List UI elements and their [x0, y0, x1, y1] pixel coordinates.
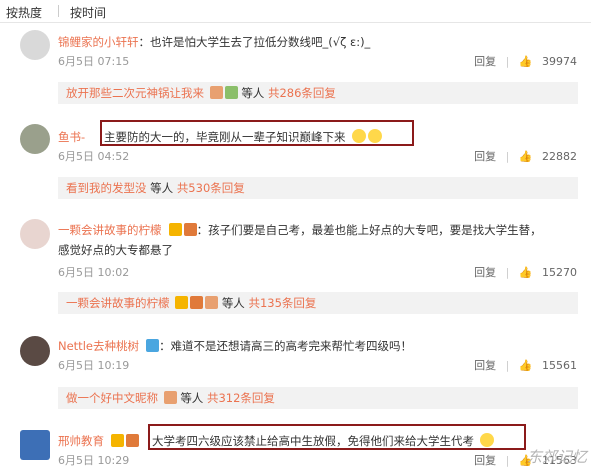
like-icon[interactable]: 👍: [519, 359, 533, 372]
comment-text: ：也许是怕大学生去了拉低分数线吧_(√ζ ε:)_: [138, 35, 371, 49]
comment-actions: 回复 | 👍 39974: [468, 53, 577, 69]
comment-user-name[interactable]: 鱼书-: [58, 130, 85, 144]
sub-replies-bar[interactable]: 一颗会讲故事的柠檬 等人 共135条回复: [58, 292, 578, 314]
comment-date: 6月5日 10:29: [58, 454, 130, 467]
comment-line: 锦鲤家的小轩轩：也许是怕大学生去了拉低分数线吧_(√ζ ε:)_: [58, 31, 370, 50]
like-icon[interactable]: 👍: [519, 266, 533, 279]
sub-reply-user[interactable]: 放开那些二次元神锅让我来: [66, 86, 204, 100]
comment-text: ：孩子们要是自己考，最差也能上好点的大专吧，要是找大学生替，: [196, 223, 542, 237]
comment-user-name[interactable]: Nettle去种桃树: [58, 339, 139, 353]
avatar[interactable]: [20, 219, 50, 249]
sort-divider: [58, 5, 59, 17]
badge-icon: [209, 86, 223, 99]
like-count: 15270: [542, 266, 577, 279]
sub-reply-count[interactable]: 共286条回复: [268, 86, 336, 100]
vip-icon: [175, 296, 189, 309]
badge-icon: [190, 296, 204, 309]
avatar[interactable]: [20, 30, 50, 60]
sub-reply-count[interactable]: 共312条回复: [207, 391, 275, 405]
highlight-box: [100, 120, 414, 146]
sort-by-hot-tab[interactable]: 按热度: [6, 4, 42, 21]
like-icon[interactable]: 👍: [519, 55, 533, 68]
badge-icon: [126, 434, 140, 447]
sub-reply-count[interactable]: 共135条回复: [248, 296, 316, 310]
sub-replies-bar[interactable]: 放开那些二次元神锅让我来 等人 共286条回复: [58, 82, 578, 104]
avatar[interactable]: [20, 124, 50, 154]
sub-reply-user[interactable]: 看到我的发型没: [66, 181, 147, 195]
comment-text: ：难道不是还想请高三的高考完来帮忙考四级吗！: [159, 339, 413, 353]
sub-reply-user[interactable]: 一颗会讲故事的柠檬: [66, 296, 170, 310]
highlight-box: [148, 424, 526, 450]
comment-actions: 回复 | 👍 22882: [468, 148, 577, 164]
sub-reply-tail: 等人: [146, 181, 177, 195]
like-count: 15561: [542, 359, 577, 372]
avatar[interactable]: [20, 336, 50, 366]
comment-line: 感觉好点的大专都悬了: [58, 239, 173, 258]
badge-icon: [146, 339, 160, 352]
watermark: 东郊记忆: [526, 448, 587, 466]
comment-date: 6月5日 10:02: [58, 266, 130, 279]
comment-user-name[interactable]: 邢帅教育: [58, 434, 104, 448]
badge-icon: [183, 223, 197, 236]
vip-icon: [168, 223, 182, 236]
action-divider: |: [505, 266, 510, 279]
reply-link[interactable]: 回复: [474, 454, 496, 467]
action-divider: |: [505, 454, 510, 467]
sort-by-time-tab[interactable]: 按时间: [70, 4, 106, 21]
comment-actions: 回复 | 👍 15561: [468, 357, 577, 373]
sub-replies-bar[interactable]: 看到我的发型没 等人 共530条回复: [58, 177, 578, 199]
sub-replies-bar[interactable]: 做一个好中文昵称 等人 共312条回复: [58, 387, 578, 409]
comment-user-name[interactable]: 一颗会讲故事的柠檬: [58, 223, 162, 237]
sub-reply-tail: 等人: [180, 391, 207, 405]
sub-reply-tail: 等人: [241, 86, 268, 100]
comment-line: 邢帅教育: [58, 430, 140, 449]
like-count: 22882: [542, 150, 577, 163]
comment-user-name[interactable]: 锦鲤家的小轩轩: [58, 35, 139, 49]
badge-icon: [205, 296, 219, 309]
sort-bar: 按热度 按时间: [0, 0, 591, 23]
sub-reply-count[interactable]: 共530条回复: [177, 181, 245, 195]
comment-date: 6月5日 07:15: [58, 55, 130, 68]
reply-link[interactable]: 回复: [474, 359, 496, 372]
vip-icon: [111, 434, 125, 447]
action-divider: |: [505, 150, 510, 163]
avatar[interactable]: [20, 430, 50, 460]
comment-date: 6月5日 10:19: [58, 359, 130, 372]
badge-icon: [224, 86, 238, 99]
sub-reply-tail: 等人: [221, 296, 249, 310]
reply-link[interactable]: 回复: [474, 266, 496, 279]
comment-line: 鱼书-: [58, 126, 85, 145]
reply-link[interactable]: 回复: [474, 55, 496, 68]
badge-icon: [163, 391, 177, 404]
comment-line: Nettle去种桃树 ：难道不是还想请高三的高考完来帮忙考四级吗！: [58, 335, 412, 354]
comment-text-cont: 感觉好点的大专都悬了: [58, 243, 173, 257]
comment-actions: 回复 | 👍 15270: [468, 264, 577, 280]
sub-reply-user[interactable]: 做一个好中文昵称: [66, 391, 158, 405]
like-icon[interactable]: 👍: [519, 150, 533, 163]
action-divider: |: [505, 55, 510, 68]
reply-link[interactable]: 回复: [474, 150, 496, 163]
action-divider: |: [505, 359, 510, 372]
comment-date: 6月5日 04:52: [58, 150, 130, 163]
like-count: 39974: [542, 55, 577, 68]
comment-line: 一颗会讲故事的柠檬 ：孩子们要是自己考，最差也能上好点的大专吧，要是找大学生替，: [58, 219, 542, 238]
